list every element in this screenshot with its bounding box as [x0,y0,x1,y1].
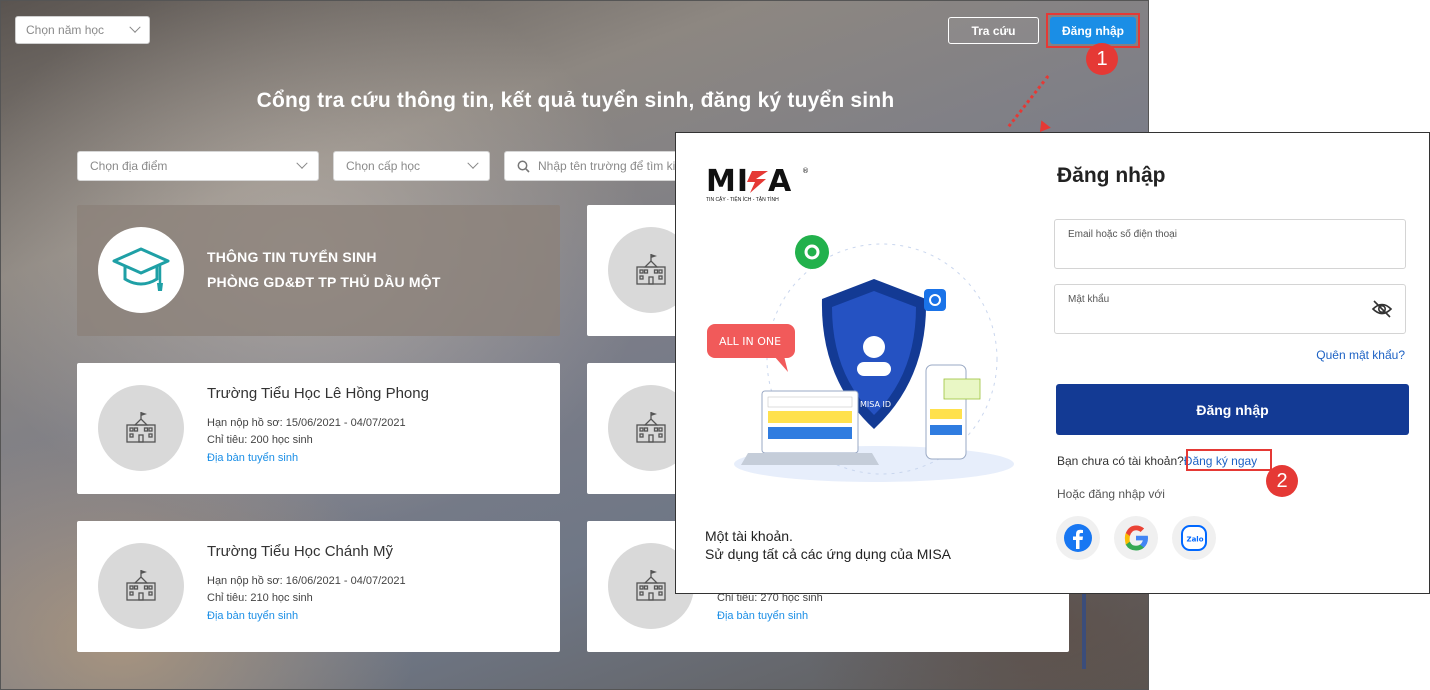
search-placeholder: Nhập tên trường để tìm ki [538,159,676,173]
no-account-label: Bạn chưa có tài khoản? [1057,454,1184,468]
deadline-text: Hạn nộp hồ sơ: 16/06/2021 - 04/07/2021 [207,575,406,587]
svg-text:MI: MI [706,164,749,199]
level-select-label: Chọn cấp học [346,159,421,173]
school-card[interactable]: Trường Tiểu Học Chánh Mỹ Hạn nộp hồ sơ: … [77,521,560,652]
graduation-cap-icon [112,247,170,291]
school-search-input[interactable]: Nhập tên trường để tìm ki [504,151,704,181]
school-building-icon [126,412,156,443]
submit-login-button[interactable]: Đăng nhập [1056,384,1409,435]
school-year-select-label: Chọn năm học [26,23,105,37]
area-link[interactable]: Địa bàn tuyển sinh [207,452,298,464]
school-logo [98,543,184,629]
password-field-label: Mật khẩu [1068,294,1110,305]
svg-text:ALL IN ONE: ALL IN ONE [719,335,781,348]
facebook-login-button[interactable] [1056,516,1100,560]
or-login-with-text: Hoặc đăng nhập với [1057,487,1165,501]
chevron-down-icon [296,157,308,169]
eye-off-icon[interactable] [1371,299,1393,319]
email-field-label: Email hoặc số điện thoại [1068,229,1177,240]
step-1-marker: 1 [1086,43,1118,75]
featured-line-1: THÔNG TIN TUYỂN SINH [207,249,377,265]
lookup-button[interactable]: Tra cứu [948,17,1039,44]
svg-text:MISA ID: MISA ID [860,400,891,409]
google-login-button[interactable] [1114,516,1158,560]
featured-info-card[interactable]: THÔNG TIN TUYỂN SINH PHÒNG GD&ĐT TP THỦ … [77,205,560,336]
school-building-icon [126,570,156,601]
school-building-icon [636,254,666,285]
misa-id-illustration: MISA ID ALL IN ONE [707,235,1014,482]
school-building-icon [636,570,666,601]
quota-text: Chỉ tiêu: 200 học sinh [207,434,313,446]
tagline-line-1: Một tài khoản. [705,528,793,544]
highlight-login-button [1046,13,1140,48]
chevron-down-icon [467,157,479,169]
svg-text:A: A [768,164,792,199]
deadline-text: Hạn nộp hồ sơ: 15/06/2021 - 04/07/2021 [207,417,406,429]
featured-line-2: PHÒNG GD&ĐT TP THỦ DẦU MỘT [207,274,441,290]
dialog-title: Đăng nhập [1057,164,1166,187]
zalo-login-button[interactable]: Zalo [1172,516,1216,560]
zalo-icon-text: Zalo [1187,536,1204,544]
misa-slogan: TIN CẬY - TIỆN ÍCH - TẬN TÌNH [706,197,779,203]
highlight-register-link [1186,449,1272,471]
svg-text:®: ® [802,167,809,175]
area-link[interactable]: Địa bàn tuyển sinh [717,610,808,622]
school-logo [98,385,184,471]
misa-logo: MI A ® TIN CẬY - TIỆN ÍCH - TẬN TÌNH [706,163,816,212]
tagline-line-2: Sử dụng tất cả các ứng dụng của MISA [705,546,951,562]
all-in-one-illustration: MISA ID ALL IN ONE [704,229,1024,504]
chevron-down-icon [129,21,141,33]
school-year-select[interactable]: Chọn năm học [15,16,150,44]
school-card[interactable]: Trường Tiểu Học Lê Hồng Phong Hạn nộp hồ… [77,363,560,494]
forgot-password-link[interactable]: Quên mật khẩu? [1316,348,1405,362]
search-icon [517,160,530,173]
location-select-label: Chọn địa điểm [90,159,168,173]
school-name[interactable]: Trường Tiểu Học Chánh Mỹ [207,543,393,560]
password-field[interactable]: Mật khẩu [1054,284,1406,334]
facebook-icon [1064,524,1092,552]
school-building-icon [636,412,666,443]
location-select[interactable]: Chọn địa điểm [77,151,319,181]
quota-text: Chỉ tiêu: 210 học sinh [207,592,313,604]
area-link[interactable]: Địa bàn tuyển sinh [207,610,298,622]
graduation-cap-logo [98,227,184,313]
step-2-marker: 2 [1266,465,1298,497]
google-icon [1124,525,1148,551]
login-dialog: MI A ® TIN CẬY - TIỆN ÍCH - TẬN TÌNH MIS… [675,132,1430,594]
school-name[interactable]: Trường Tiểu Học Lê Hồng Phong [207,385,429,402]
page-title: Cổng tra cứu thông tin, kết quả tuyển si… [256,89,895,112]
email-field[interactable]: Email hoặc số điện thoại [1054,219,1406,269]
zalo-icon: Zalo [1181,525,1207,551]
level-select[interactable]: Chọn cấp học [333,151,490,181]
scrollbar[interactable] [1082,591,1086,669]
